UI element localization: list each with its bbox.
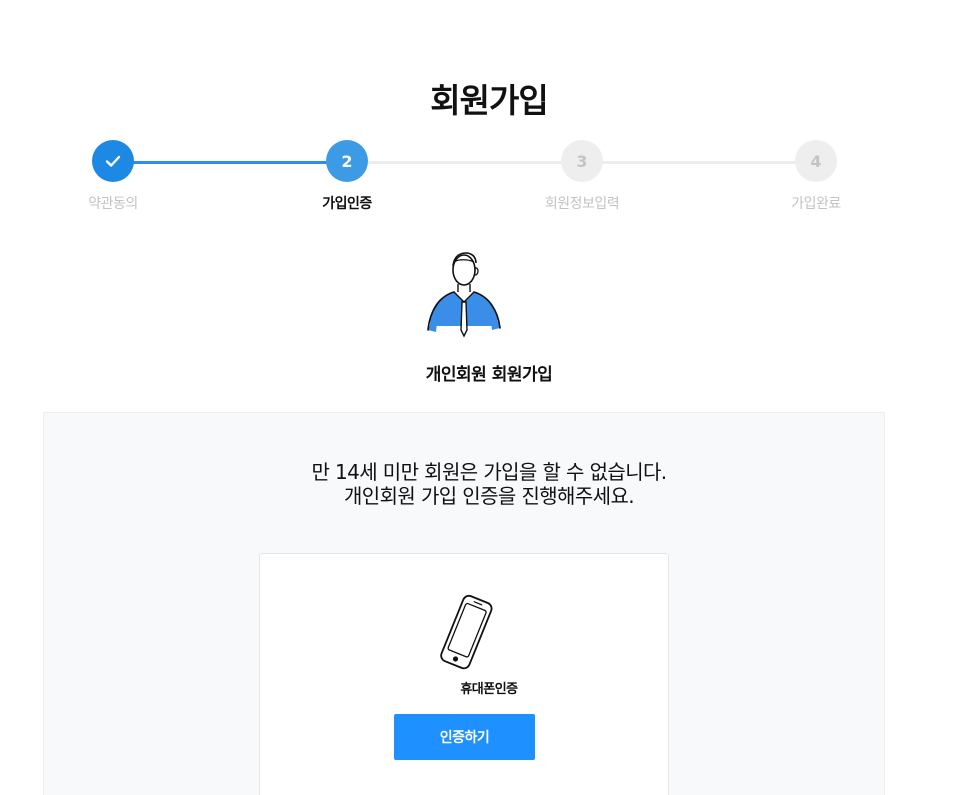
step-3-circle: 3 <box>561 140 603 182</box>
step-2-label: 가입인증 <box>322 196 372 212</box>
step-complete: 4 가입완료 <box>756 140 876 213</box>
step-4-circle: 4 <box>795 140 837 182</box>
step-verification: 2 가입인증 <box>287 140 407 213</box>
verify-button[interactable]: 인증하기 <box>394 714 535 760</box>
step-member-info: 3 회원정보입력 <box>522 140 642 213</box>
step-1-circle <box>92 140 134 182</box>
notice-line-1: 만 14세 미만 회원은 가입을 할 수 없습니다. <box>311 460 667 484</box>
signup-stepper: 약관동의 2 가입인증 3 회원정보입력 4 가입완료 <box>0 140 978 230</box>
step-2-circle: 2 <box>326 140 368 182</box>
step-4-label: 가입완료 <box>791 196 841 212</box>
age-restriction-notice: 만 14세 미만 회원은 가입을 할 수 없습니다. 개인회원 가입 인증을 진… <box>0 460 978 508</box>
check-icon <box>105 155 121 167</box>
signup-page: 회원가입 약관동의 2 가입인증 3 회원정보입력 4 가입완료 개인회원 회원… <box>0 0 978 795</box>
mobile-phone-icon <box>440 594 493 670</box>
notice-line-2: 개인회원 가입 인증을 진행해주세요. <box>343 484 635 508</box>
page-title: 회원가입 <box>430 81 548 120</box>
step-3-label: 회원정보입력 <box>544 196 620 212</box>
step-1-label: 약관동의 <box>88 196 138 212</box>
step-terms-agreement: 약관동의 <box>53 140 173 213</box>
person-illustration-icon <box>427 252 501 338</box>
phone-verification-label: 휴대폰인증 <box>460 682 518 697</box>
member-type-label: 개인회원 회원가입 <box>425 365 553 385</box>
